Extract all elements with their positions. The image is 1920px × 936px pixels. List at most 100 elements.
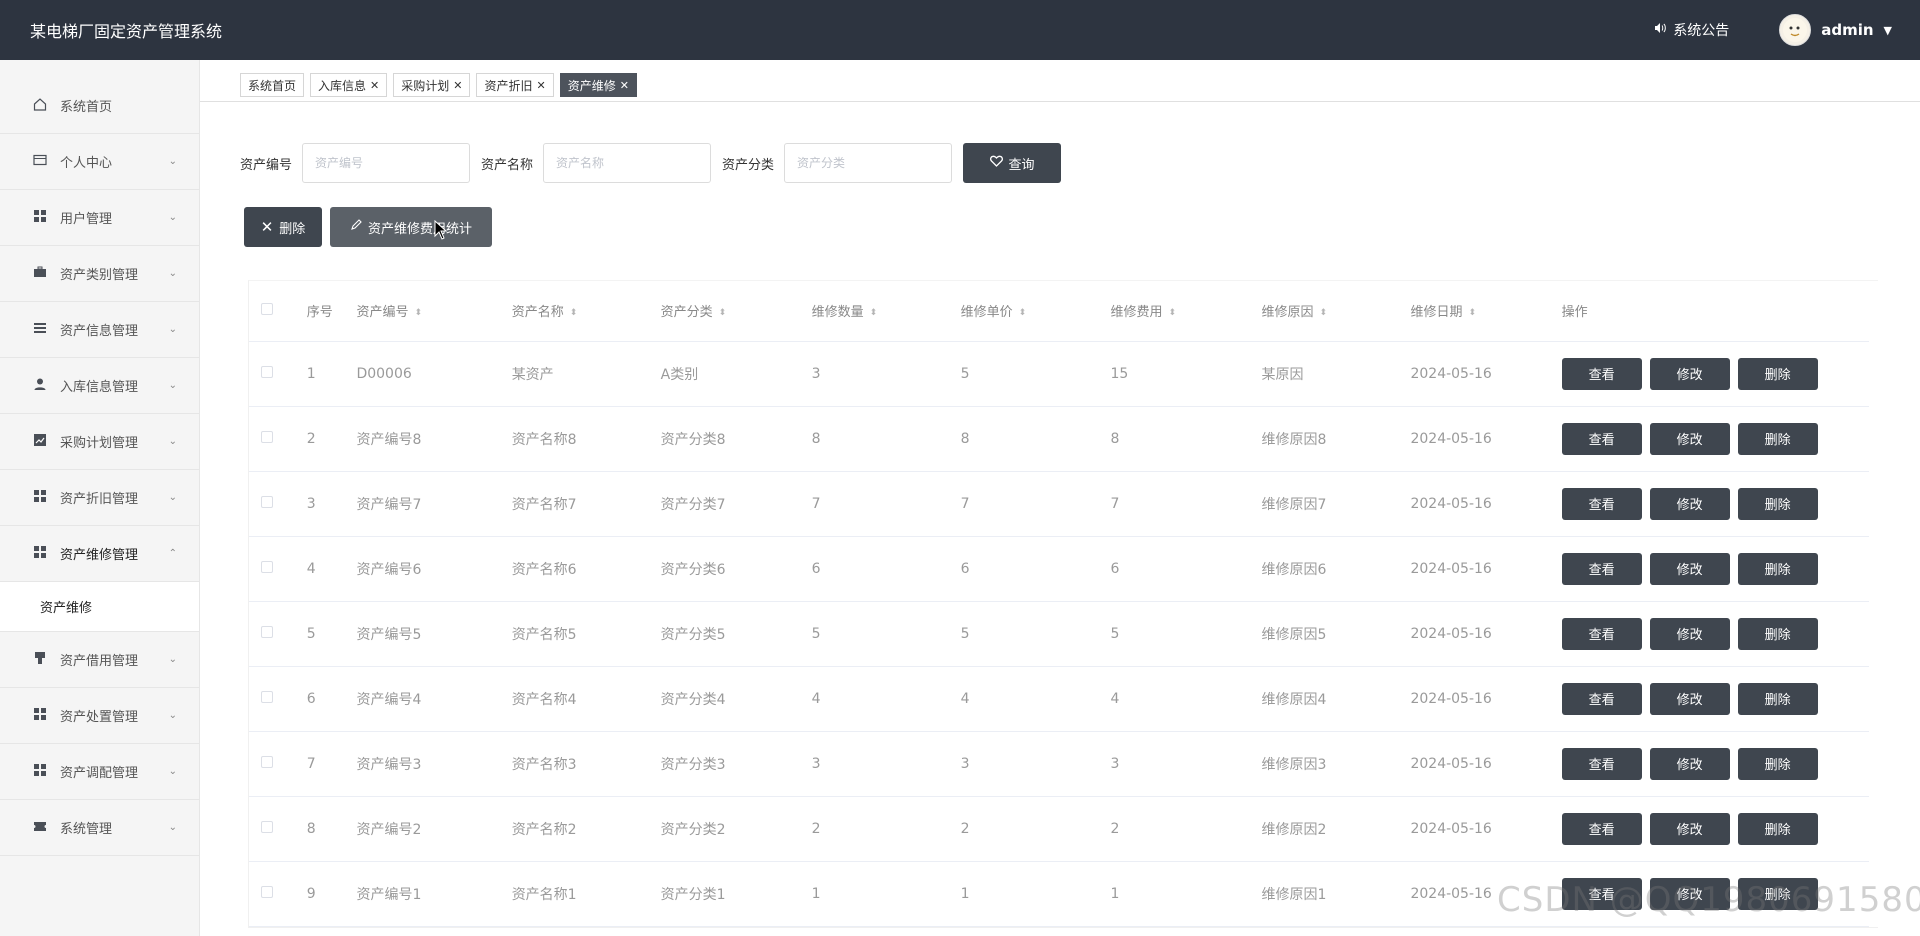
row-checkbox[interactable] [261,755,273,768]
sort-icon[interactable]: ⬍ [870,308,878,318]
column-header[interactable]: 资产编号 ⬍ [356,281,512,342]
table-cell: 资产名称8 [511,406,661,472]
column-header[interactable]: 资产分类 ⬍ [660,281,812,342]
select-all-checkbox[interactable] [261,302,273,315]
sort-icon[interactable]: ⬍ [570,308,578,318]
edit-button[interactable]: 修改 [1649,422,1730,455]
view-button[interactable]: 查看 [1561,747,1642,780]
user-menu[interactable]: admin ▼ [1779,14,1892,46]
row-checkbox[interactable] [261,885,273,898]
column-header[interactable]: 维修日期 ⬍ [1410,281,1562,342]
user-name: admin [1821,21,1874,39]
table-cell: 资产编号7 [356,471,512,537]
edit-button[interactable]: 修改 [1649,747,1730,780]
sidebar-item-6[interactable]: 入库信息管理 ⌄ [0,358,199,414]
table-cell: 2 [811,796,961,862]
row-checkbox[interactable] [261,690,273,703]
table-row: 8 资产编号2 资产名称2 资产分类2 2 2 2 维修原因2 2024-05-16 查看 修改 删除 [249,796,1869,862]
column-header[interactable]: 维修原因 ⬍ [1261,281,1411,342]
sidebar-item-9[interactable]: 资产维修管理 ⌃ [0,526,199,582]
table-cell: 资产编号4 [356,666,512,732]
delete-button[interactable]: 删除 [1737,552,1818,585]
sidebar-item-13[interactable]: 系统管理 ⌄ [0,800,199,856]
close-icon[interactable]: ✕ [537,79,546,92]
edit-button[interactable]: 修改 [1649,682,1730,715]
view-button[interactable]: 查看 [1561,422,1642,455]
table-cell: 1 [960,861,1111,927]
sidebar-item-12[interactable]: 资产调配管理 ⌄ [0,744,199,800]
edit-button[interactable]: 修改 [1649,812,1730,845]
edit-button[interactable]: 修改 [1649,552,1730,585]
sidebar-subitem-asset-repair[interactable]: 资产维修 [0,582,199,632]
delete-button[interactable]: 删除 [1737,747,1818,780]
table-cell: 资产分类1 [660,861,812,927]
close-icon[interactable]: ✕ [370,79,379,92]
delete-button[interactable]: 删除 [1737,487,1818,520]
sidebar-item-10[interactable]: 资产借用管理 ⌄ [0,632,199,688]
sidebar-item-label: 系统首页 [60,100,113,115]
row-checkbox[interactable] [261,495,273,508]
delete-button[interactable]: 删除 [1737,617,1818,650]
sidebar-item-7[interactable]: 采购计划管理 ⌄ [0,414,199,470]
view-button[interactable]: 查看 [1561,812,1642,845]
view-button[interactable]: 查看 [1561,617,1642,650]
notice-label: 系统公告 [1673,23,1730,39]
asset-category-input[interactable] [784,143,953,183]
sidebar-item-2[interactable]: 个人中心 ⌄ [0,134,199,190]
sidebar-item-8[interactable]: 资产折旧管理 ⌄ [0,470,199,526]
view-button[interactable]: 查看 [1561,552,1642,585]
delete-button[interactable]: 删除 [1737,357,1818,390]
close-icon[interactable]: ✕ [453,79,462,92]
speaker-icon [1653,21,1667,39]
column-header[interactable]: 维修数量 ⬍ [811,281,961,342]
sidebar-item-3[interactable]: 用户管理 ⌄ [0,190,199,246]
sidebar-item-4[interactable]: 资产类别管理 ⌄ [0,246,199,302]
column-header[interactable]: 资产名称 ⬍ [511,281,661,342]
delete-button[interactable]: 删除 [1737,812,1818,845]
grid-icon [30,209,50,227]
table-cell: 6 [1110,536,1262,602]
table-header-row: 序号 资产编号 ⬍ 资产名称 ⬍ 资产分类 ⬍ 维修数量 ⬍ 维修单价 ⬍ 维修费用 ⬍ 维修原因 ⬍ 维修日… [249,281,1869,342]
query-button[interactable]: 查询 [963,143,1062,183]
sort-icon[interactable]: ⬍ [719,308,727,318]
sidebar-item-5[interactable]: 资产信息管理 ⌄ [0,302,199,358]
sort-icon[interactable]: ⬍ [1320,308,1328,318]
row-checkbox[interactable] [261,430,273,443]
sidebar-item-1[interactable]: 系统首页 [0,78,199,134]
row-actions-cell: 查看 修改 删除 [1561,471,1869,537]
view-button[interactable]: 查看 [1561,487,1642,520]
sort-icon[interactable]: ⬍ [414,308,422,318]
delete-button[interactable]: 删除 [1737,682,1818,715]
batch-delete-button[interactable]: ✕ 删除 [244,207,322,247]
tab-4[interactable]: 资产折旧 ✕ [476,73,554,97]
tab-3[interactable]: 采购计划 ✕ [393,73,471,97]
view-button[interactable]: 查看 [1561,357,1642,390]
row-checkbox[interactable] [261,560,273,573]
sort-icon[interactable]: ⬍ [1468,308,1476,318]
row-actions-cell: 查看 修改 删除 [1561,341,1869,407]
edit-button[interactable]: 修改 [1649,617,1730,650]
row-checkbox-cell [249,536,307,602]
close-icon[interactable]: ✕ [620,79,629,92]
edit-button[interactable]: 修改 [1649,487,1730,520]
edit-button[interactable]: 修改 [1649,357,1730,390]
tab-5[interactable]: 资产维修 ✕ [559,73,637,97]
row-checkbox[interactable] [261,820,273,833]
tab-1[interactable]: 系统首页 [240,73,305,97]
asset-code-input[interactable] [302,143,471,183]
system-notice-link[interactable]: 系统公告 [1653,20,1729,40]
column-header[interactable]: 维修费用 ⬍ [1110,281,1262,342]
table-cell: 维修原因7 [1261,471,1411,537]
sort-icon[interactable]: ⬍ [1169,308,1177,318]
view-button[interactable]: 查看 [1561,682,1642,715]
asset-name-input[interactable] [543,143,712,183]
repair-cost-stats-button[interactable]: 资产维修费用统计 [330,207,492,247]
column-header[interactable]: 维修单价 ⬍ [960,281,1111,342]
row-actions-cell: 查看 修改 删除 [1561,536,1869,602]
row-checkbox[interactable] [261,365,273,378]
tab-2[interactable]: 入库信息 ✕ [310,73,388,97]
sidebar-item-11[interactable]: 资产处置管理 ⌄ [0,688,199,744]
sort-icon[interactable]: ⬍ [1019,308,1027,318]
delete-button[interactable]: 删除 [1737,422,1818,455]
row-checkbox[interactable] [261,625,273,638]
